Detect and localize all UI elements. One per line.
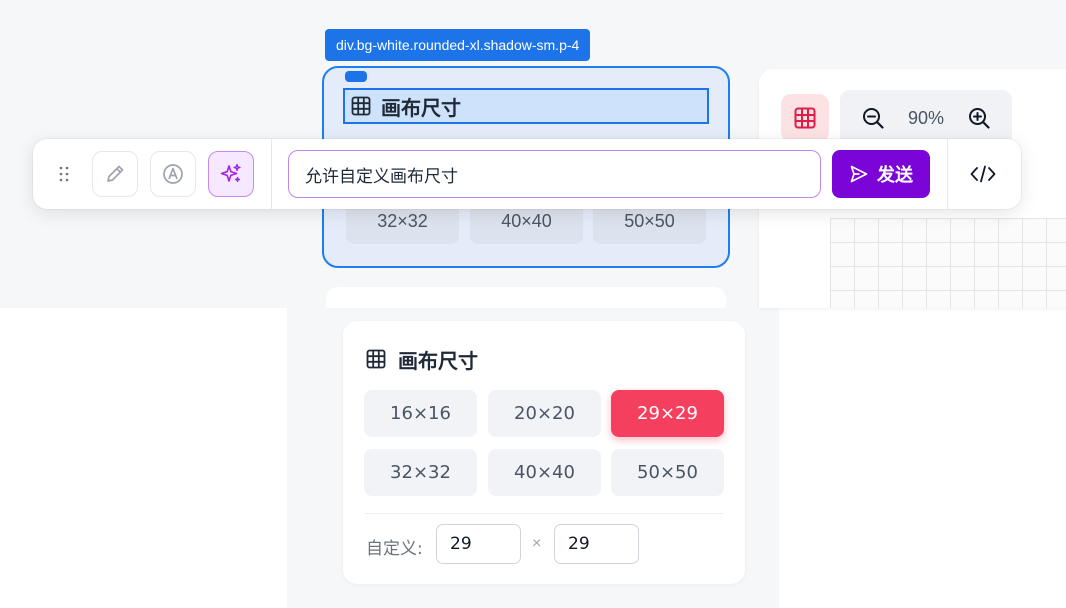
zoom-level: 90% [907, 107, 944, 128]
ai-prompt-input[interactable] [288, 150, 821, 198]
code-icon [970, 165, 996, 183]
card-header: 画布尺寸 [366, 346, 478, 373]
toolbar-drag-handle[interactable] [54, 164, 74, 184]
zoom-out-button[interactable] [859, 104, 887, 132]
custom-width-input[interactable] [436, 524, 521, 564]
font-tool-button[interactable] [150, 151, 196, 197]
size-option-40[interactable]: 40×40 [488, 449, 601, 496]
selected-element-tag: div.bg-white.rounded-xl.shadow-sm.p-4 [325, 29, 591, 61]
ai-sparkles-button[interactable] [208, 151, 254, 197]
size-option-16[interactable]: 16×16 [364, 390, 477, 437]
size-option-29-selected[interactable]: 29×29 [611, 390, 724, 437]
font-icon [163, 164, 183, 184]
size-option-50[interactable]: 50×50 [611, 449, 724, 496]
selection-handle[interactable] [345, 71, 367, 82]
preview-card-edge [326, 287, 726, 308]
sparkles-icon [220, 163, 241, 183]
pencil-tool-button[interactable] [92, 151, 138, 197]
pixel-canvas-grid[interactable] [830, 218, 1066, 308]
selected-title-highlight[interactable]: 画布尺寸 [343, 88, 709, 124]
card-divider [365, 513, 723, 514]
pencil-icon [107, 165, 124, 182]
send-button-label: 发送 [877, 165, 913, 186]
selected-title-text: 画布尺寸 [381, 97, 461, 120]
grid-icon [794, 107, 816, 129]
zoom-controls: 90% [840, 90, 1012, 146]
grid-icon [366, 349, 386, 369]
zoom-in-button[interactable] [965, 104, 993, 132]
custom-height-input[interactable] [554, 524, 639, 564]
zoom-out-icon [862, 108, 884, 129]
send-button[interactable]: 发送 [832, 150, 930, 198]
toolbar-divider [947, 139, 948, 209]
zoom-in-icon [969, 108, 990, 129]
size-option-32[interactable]: 32×32 [364, 449, 477, 496]
times-sign: × [532, 535, 542, 552]
grid-icon [351, 96, 371, 116]
drag-handle-icon [59, 166, 69, 182]
send-icon [850, 165, 868, 183]
view-code-button[interactable] [963, 160, 1003, 188]
custom-size-label: 自定义: [366, 539, 423, 559]
toolbar-divider [271, 139, 272, 209]
size-option-20[interactable]: 20×20 [488, 390, 601, 437]
grid-toggle-button[interactable] [781, 94, 829, 142]
card-title: 画布尺寸 [398, 348, 478, 373]
